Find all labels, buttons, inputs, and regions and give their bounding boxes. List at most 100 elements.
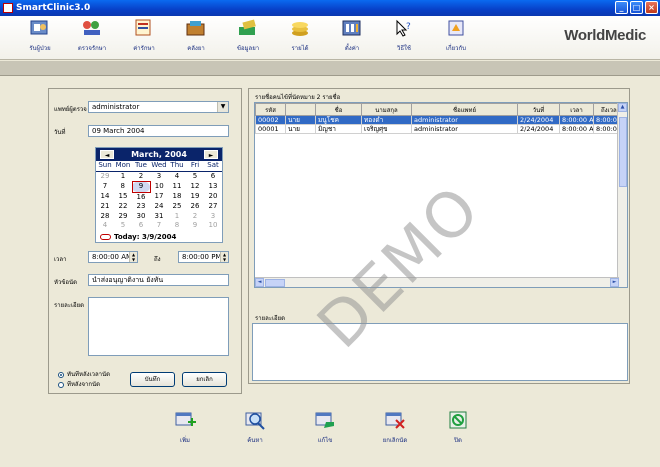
- calendar-day[interactable]: 23: [132, 202, 150, 212]
- cancel-button[interactable]: ยกเลิก: [182, 372, 227, 387]
- dow: Sat: [204, 161, 222, 172]
- detail-textarea[interactable]: [88, 297, 229, 356]
- calendar-day[interactable]: 4: [168, 171, 186, 182]
- calendar-day[interactable]: 2: [186, 212, 204, 222]
- calendar-day[interactable]: 18: [168, 192, 186, 202]
- invoice-icon: [133, 19, 155, 37]
- calendar-day[interactable]: 9: [186, 221, 204, 231]
- calendar-day[interactable]: 5: [114, 221, 132, 231]
- calendar-day[interactable]: 1: [168, 212, 186, 222]
- toolbar-about-button[interactable]: เกี่ยวกับ: [432, 19, 480, 53]
- calendar-day[interactable]: 16: [132, 192, 150, 202]
- calendar-day[interactable]: 11: [168, 182, 186, 193]
- dow: Tue: [132, 161, 150, 172]
- calendar-day[interactable]: 7: [150, 221, 168, 231]
- time-to-spinner[interactable]: ▲ ▼: [220, 252, 228, 262]
- grid-vertical-scrollbar[interactable]: ▲: [617, 103, 627, 287]
- radio-option-2[interactable]: ทีหลังจากนัด: [58, 379, 100, 389]
- chevron-down-icon[interactable]: ▼: [217, 102, 228, 112]
- calendar-day[interactable]: 6: [204, 171, 222, 182]
- column-header[interactable]: ชื่อ: [315, 103, 362, 116]
- calendar-day[interactable]: 3: [150, 171, 168, 182]
- edit-button[interactable]: แก้ไข: [304, 410, 346, 445]
- time-from-field[interactable]: 8:00:00 AM ▲ ▼: [88, 251, 138, 263]
- calendar-day[interactable]: 12: [186, 182, 204, 193]
- toolbar-settings-button[interactable]: ตั้งค่า: [328, 19, 376, 53]
- calendar-day[interactable]: 10: [150, 182, 168, 193]
- calendar-day-selected[interactable]: 9: [131, 181, 151, 193]
- appointments-grid[interactable]: รหัส ชื่อ นามสกุล ชื่อแพทย์ วันที่ เวลา …: [254, 102, 628, 288]
- calendar-day[interactable]: 21: [96, 202, 114, 212]
- calendar-day[interactable]: 20: [204, 192, 222, 202]
- window-close-button[interactable]: ×: [645, 1, 658, 14]
- calendar-day[interactable]: 30: [132, 212, 150, 222]
- calendar-day[interactable]: 29: [114, 212, 132, 222]
- grid-horizontal-scrollbar[interactable]: ◄ ►: [255, 277, 619, 287]
- calendar-day[interactable]: 24: [150, 202, 168, 212]
- save-button[interactable]: บันทึก: [130, 372, 175, 387]
- calendar-day[interactable]: 26: [186, 202, 204, 212]
- calendar-day[interactable]: 4: [96, 221, 114, 231]
- calendar-day[interactable]: 3: [204, 212, 222, 222]
- time-label: เวลา: [54, 256, 67, 263]
- close-button[interactable]: ปิด: [437, 410, 479, 445]
- add-button[interactable]: เพิ่ม: [164, 410, 206, 445]
- toolbar-help-button[interactable]: ? วิธีใช้: [380, 19, 428, 53]
- calendar-day[interactable]: 10: [204, 221, 222, 231]
- calendar-day[interactable]: 8: [168, 221, 186, 231]
- calendar-day[interactable]: 14: [96, 192, 114, 202]
- cancel-appointment-button[interactable]: ยกเลิกนัด: [374, 410, 416, 445]
- date-field[interactable]: 09 March 2004: [88, 125, 229, 137]
- calendar-day[interactable]: 2: [132, 171, 150, 182]
- calendar-day[interactable]: 5: [186, 171, 204, 182]
- calendar-day[interactable]: 29: [96, 171, 114, 182]
- scroll-left-icon[interactable]: ◄: [255, 278, 264, 287]
- column-header[interactable]: รหัส: [255, 103, 286, 116]
- calendar-next-button[interactable]: ►: [204, 150, 218, 159]
- column-header[interactable]: เวลา: [559, 103, 594, 116]
- calendar-day[interactable]: 31: [150, 212, 168, 222]
- radio-selected-icon: [58, 371, 64, 378]
- column-header[interactable]: ชื่อแพทย์: [411, 103, 518, 116]
- toolbar-drug-info-button[interactable]: ข้อมูลยา: [224, 19, 272, 53]
- calendar-prev-button[interactable]: ◄: [100, 150, 114, 159]
- time-to-field[interactable]: 8:00:00 PM ▲ ▼: [178, 251, 229, 263]
- calendar-today[interactable]: Today: 3/9/2004: [100, 233, 176, 241]
- maximize-button[interactable]: □: [630, 1, 643, 14]
- calendar-day[interactable]: 28: [96, 212, 114, 222]
- column-header[interactable]: วันที่: [517, 103, 560, 116]
- calendar-day[interactable]: 8: [114, 182, 132, 193]
- calendar-day[interactable]: 17: [150, 192, 168, 202]
- topic-field[interactable]: นำส่งอนุญาติงาน ยังทัน: [88, 274, 229, 286]
- radio-option-1[interactable]: ทันทีหลังเวลานัด: [58, 369, 110, 379]
- scroll-up-icon[interactable]: ▲: [618, 103, 627, 112]
- calendar-day[interactable]: 25: [168, 202, 186, 212]
- calendar[interactable]: ◄ March, 2004 ► Sun Mon Tue Wed Thu Fri …: [95, 147, 223, 243]
- table-row[interactable]: 00002 นาย มนูโชค ทองดำ administrator 2/2…: [255, 115, 627, 125]
- time-from-spinner[interactable]: ▲ ▼: [129, 252, 137, 262]
- toolbar-pharmacy-button[interactable]: คลังยา: [172, 19, 220, 53]
- scroll-thumb[interactable]: [265, 279, 285, 287]
- table-row[interactable]: 00001 นาย มิญชา เจริญศุข administrator 2…: [255, 124, 627, 134]
- minimize-button[interactable]: _: [615, 1, 628, 14]
- toolbar-examine-button[interactable]: ตรวจรักษา: [68, 19, 116, 53]
- calendar-day[interactable]: 13: [204, 182, 222, 193]
- calendar-day[interactable]: 1: [114, 171, 132, 182]
- calendar-day[interactable]: 22: [114, 202, 132, 212]
- calendar-day[interactable]: 15: [114, 192, 132, 202]
- toolbar-income-button[interactable]: รายได้: [276, 19, 324, 53]
- doctor-select[interactable]: administrator ▼: [88, 101, 229, 113]
- calendar-day[interactable]: 19: [186, 192, 204, 202]
- calendar-day[interactable]: 27: [204, 202, 222, 212]
- scroll-thumb[interactable]: [619, 117, 627, 187]
- column-header[interactable]: [285, 103, 316, 116]
- calendar-day[interactable]: 6: [132, 221, 150, 231]
- column-header[interactable]: นามสกุล: [361, 103, 412, 116]
- toolbar-invoice-button[interactable]: ค่ารักษา: [120, 19, 168, 53]
- calendar-day[interactable]: 7: [96, 182, 114, 193]
- toolbar-patient-button[interactable]: รับผู้ป่วย: [16, 19, 64, 53]
- search-button[interactable]: ค้นหา: [234, 410, 276, 445]
- scroll-right-icon[interactable]: ►: [610, 278, 619, 287]
- time-to-label: ถึง: [154, 256, 161, 263]
- dow: Wed: [150, 161, 168, 172]
